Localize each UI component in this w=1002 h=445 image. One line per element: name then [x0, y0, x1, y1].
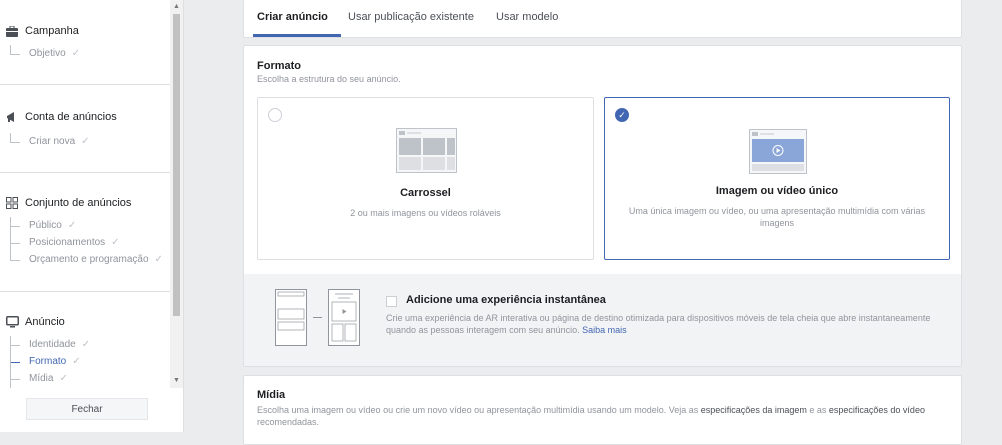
- format-option-imagem-video[interactable]: ✓ Imagem ou vídeo único Uma única imagem…: [604, 97, 950, 260]
- sidebar-item-label: Formato: [29, 356, 67, 367]
- sidebar-item-label: Identidade: [29, 339, 76, 350]
- format-subtitle: Escolha a estrutura do seu anúncio.: [257, 74, 401, 84]
- instant-experience-desc: Crie uma experiência de AR interativa ou…: [386, 312, 946, 336]
- media-desc-text: Escolha uma imagem ou vídeo ou crie um n…: [257, 405, 699, 415]
- sidebar-item-label: Criar nova: [29, 136, 76, 147]
- monitor-icon: [5, 315, 19, 329]
- scroll-down-icon[interactable]: ▼: [170, 374, 183, 388]
- sidebar-item-criar-nova[interactable]: Criar nova ✓: [10, 132, 90, 147]
- media-desc: Escolha uma imagem ou vídeo ou crie um n…: [257, 404, 957, 428]
- tab-criar-anuncio[interactable]: Criar anúncio: [257, 11, 328, 23]
- briefcase-icon: [5, 24, 19, 38]
- media-desc-text: recomendadas.: [257, 417, 320, 427]
- sidebar-steps: Campanha Objetivo ✓ Conta de anúncios Cri…: [0, 0, 170, 388]
- imagem-video-desc: Uma única imagem ou vídeo, ou uma aprese…: [628, 206, 926, 228]
- sidebar-section-campanha[interactable]: Campanha: [5, 24, 79, 38]
- sidebar-item-label: Orçamento e programação: [29, 254, 149, 265]
- radio-imagem-video[interactable]: ✓: [615, 108, 629, 122]
- video-specs-link[interactable]: especificações do vídeo: [829, 405, 925, 415]
- instant-experience-illustration: [275, 289, 360, 346]
- sidebar-item-midia[interactable]: Mídia ✓: [10, 369, 68, 384]
- format-title: Formato: [257, 60, 301, 72]
- sidebar-item-posicionamentos[interactable]: Posicionamentos ✓: [10, 233, 120, 248]
- format-option-carrossel[interactable]: Carrossel 2 ou mais imagens ou vídeos ro…: [257, 97, 594, 260]
- saiba-mais-link[interactable]: Saiba mais: [582, 325, 627, 335]
- sidebar-section-label: Conta de anúncios: [25, 111, 117, 123]
- check-icon: ✓: [81, 136, 90, 147]
- check-icon: ✓: [71, 48, 81, 59]
- scroll-up-icon[interactable]: ▲: [170, 0, 183, 14]
- media-desc-text: e as: [809, 405, 827, 415]
- single-media-illustration: [749, 129, 807, 174]
- sidebar-section-conta[interactable]: Conta de anúncios: [5, 110, 117, 124]
- sidebar-item-orcamento[interactable]: Orçamento e programação ✓: [10, 250, 163, 265]
- sidebar-section-anuncio[interactable]: Anúncio: [5, 315, 65, 329]
- sidebar-section-conjunto[interactable]: Conjunto de anúncios: [5, 196, 131, 210]
- tabs-bar: Criar anúncio Usar publicação existente …: [243, 0, 962, 38]
- sidebar-section-label: Campanha: [25, 25, 79, 37]
- media-panel: Mídia Escolha uma imagem ou vídeo ou cri…: [243, 375, 962, 445]
- sidebar-item-label: Público: [29, 220, 62, 231]
- sidebar-item-label: Posicionamentos: [29, 237, 106, 248]
- megaphone-icon: [5, 110, 19, 124]
- check-icon: ✓: [67, 220, 77, 231]
- imagem-video-title: Imagem ou vídeo único: [715, 185, 839, 197]
- active-tab-indicator: [253, 34, 341, 37]
- tab-usar-publicacao[interactable]: Usar publicação existente: [348, 11, 474, 23]
- instant-experience-checkbox[interactable]: [386, 296, 397, 307]
- sidebar-section-label: Conjunto de anúncios: [25, 197, 132, 209]
- sidebar-item-label: Objetivo: [29, 48, 66, 59]
- check-icon: ✓: [81, 339, 91, 350]
- check-icon: ✓: [618, 109, 626, 120]
- image-specs-link[interactable]: especificações da imagem: [701, 405, 807, 415]
- carrossel-title: Carrossel: [400, 187, 451, 199]
- tab-usar-modelo[interactable]: Usar modelo: [496, 11, 558, 23]
- instant-experience-text: Crie uma experiência de AR interativa ou…: [386, 313, 931, 335]
- check-icon: ✓: [59, 373, 68, 384]
- check-icon: ✓: [72, 356, 81, 367]
- sidebar-item-objetivo[interactable]: Objetivo ✓: [10, 44, 81, 59]
- check-icon: ✓: [111, 237, 120, 248]
- sidebar-item-label: Mídia: [29, 373, 54, 384]
- sidebar-section-label: Anúncio: [25, 316, 65, 328]
- instant-experience-section: Adicione uma experiência instantânea Cri…: [244, 274, 961, 366]
- sidebar-item-publico[interactable]: Público ✓: [10, 216, 77, 231]
- media-title: Mídia: [257, 389, 286, 401]
- sidebar: Campanha Objetivo ✓ Conta de anúncios Cri…: [0, 0, 184, 432]
- carrossel-desc: 2 ou mais imagens ou vídeos roláveis: [350, 208, 501, 218]
- sidebar-item-formato[interactable]: Formato ✓: [10, 352, 81, 367]
- sidebar-item-identidade[interactable]: Identidade ✓: [10, 335, 91, 350]
- format-panel: Formato Escolha a estrutura do seu anúnc…: [243, 45, 962, 367]
- instant-experience-title: Adicione uma experiência instantânea: [406, 294, 606, 306]
- carousel-illustration: [396, 128, 457, 173]
- sidebar-scrollbar[interactable]: ▲ ▼: [170, 0, 183, 388]
- check-icon: ✓: [154, 254, 163, 265]
- close-button[interactable]: Fechar: [26, 398, 148, 420]
- radio-carrossel[interactable]: [268, 108, 282, 122]
- grid-icon: [5, 196, 19, 210]
- scrollbar-thumb[interactable]: [173, 14, 180, 316]
